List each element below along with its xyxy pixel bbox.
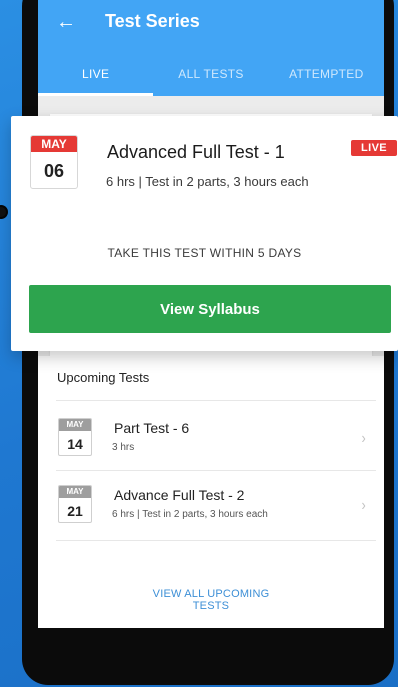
upcoming-meta: 3 hrs: [112, 442, 135, 453]
upcoming-item-advance-full-test-2[interactable]: MAY 21 Advance Full Test - 2 6 hrs | Tes…: [38, 479, 384, 541]
date-badge: MAY 21: [58, 485, 92, 523]
date-badge-day: 21: [67, 503, 83, 519]
divider: [56, 400, 376, 401]
date-badge-day: 06: [43, 161, 65, 181]
chevron-right-icon: ›: [361, 497, 366, 514]
tab-attempted[interactable]: ATTEMPTED: [269, 60, 384, 96]
arrow-left-icon[interactable]: ←: [56, 11, 78, 33]
chevron-right-icon: ›: [361, 430, 366, 447]
upcoming-heading: Upcoming Tests: [57, 370, 150, 385]
page-title: Test Series: [105, 11, 200, 31]
date-badge: MAY 14: [58, 418, 92, 456]
tab-all-tests[interactable]: ALL TESTS: [153, 60, 268, 96]
tabs-bar: LIVE ALL TESTS ATTEMPTED: [38, 60, 384, 96]
upcoming-meta: 6 hrs | Test in 2 parts, 3 hours each: [112, 509, 268, 520]
tab-live[interactable]: LIVE: [38, 60, 154, 96]
divider: [56, 470, 376, 471]
take-test-notice: TAKE THIS TEST WITHIN 5 DAYS: [107, 246, 302, 260]
date-badge: MAY 06: [30, 135, 78, 189]
live-test-title: Advanced Full Test - 1: [107, 142, 285, 162]
date-badge-day: 14: [67, 436, 83, 452]
upcoming-tests-section: Upcoming Tests MAY 14 Part Test - 6 3 hr…: [38, 356, 384, 628]
upcoming-title: Advance Full Test - 2: [114, 487, 245, 503]
view-syllabus-button[interactable]: View Syllabus: [29, 285, 391, 333]
live-test-meta: 6 hrs | Test in 2 parts, 3 hours each: [106, 174, 309, 189]
live-badge: LIVE: [351, 140, 398, 156]
app-bar: ← Test Series LIVE ALL TESTS ATTEMPTED: [38, 0, 384, 96]
date-badge-month: MAY: [59, 486, 91, 498]
upcoming-title: Part Test - 6: [114, 420, 190, 436]
live-test-card[interactable]: MAY 06 Advanced Full Test - 1 6 hrs | Te…: [11, 116, 398, 351]
date-badge-month: MAY: [31, 136, 77, 152]
view-all-upcoming-link[interactable]: VIEW ALL UPCOMING TESTS: [38, 588, 384, 612]
view-all-label: VIEW ALL UPCOMING TESTS: [152, 588, 270, 612]
upcoming-item-part-test-6[interactable]: MAY 14 Part Test - 6 3 hrs ›: [38, 412, 384, 474]
divider: [56, 540, 376, 541]
date-badge-month: MAY: [59, 419, 91, 431]
